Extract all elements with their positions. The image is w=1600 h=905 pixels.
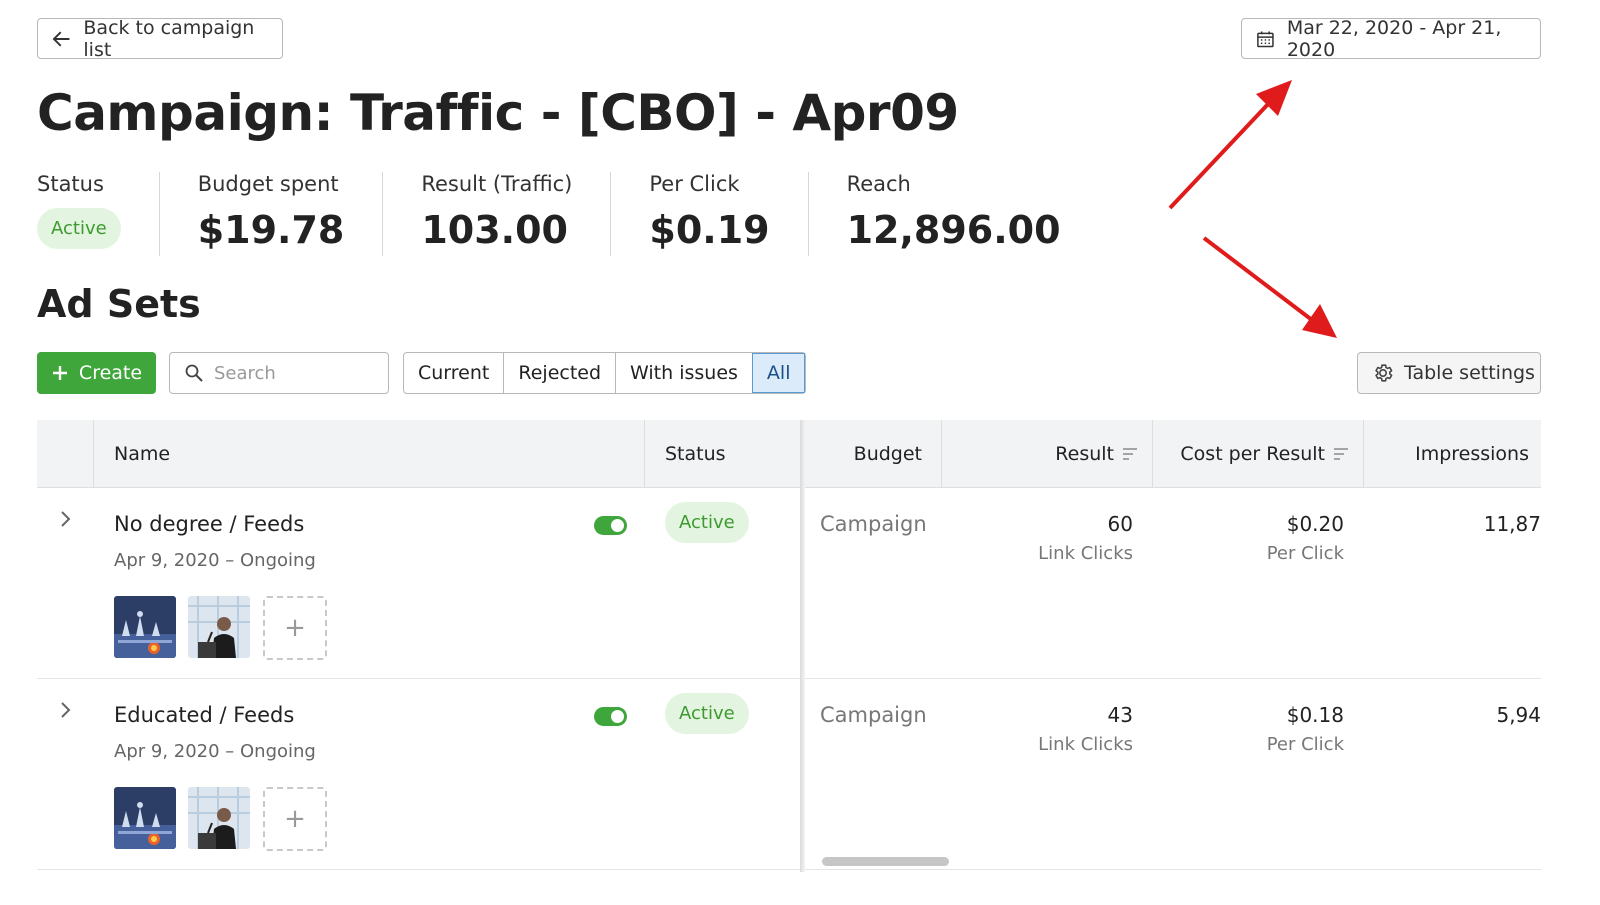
ad-thumbnail-chess[interactable] — [114, 787, 176, 849]
stat-budget-spent: Budget spent $19.78 — [158, 172, 383, 256]
horizontal-scrollbar[interactable] — [822, 857, 949, 866]
search-input[interactable] — [214, 362, 374, 384]
filter-current[interactable]: Current — [404, 353, 503, 393]
ad-sets-table: Name Status Budget Result Cost per Resul… — [37, 420, 1541, 872]
campaign-stats: Status Active Budget spent $19.78 Result… — [37, 172, 1099, 256]
stat-per-click-value: $0.19 — [649, 208, 770, 252]
ad-set-toggle[interactable] — [594, 707, 627, 726]
create-button[interactable]: Create — [37, 352, 156, 394]
create-button-label: Create — [78, 362, 143, 384]
ad-set-name[interactable]: No degree / Feeds — [114, 512, 304, 536]
filter-rejected[interactable]: Rejected — [503, 353, 615, 393]
ad-set-cost-type: Per Click — [1266, 734, 1344, 755]
gear-icon — [1375, 364, 1393, 382]
column-header-cost-per-result[interactable]: Cost per Result — [1153, 420, 1349, 488]
date-range-picker[interactable]: Mar 22, 2020 - Apr 21, 2020 — [1241, 16, 1541, 61]
ad-set-result: 43 — [1107, 703, 1133, 727]
table-header: Name Status Budget Result Cost per Resul… — [37, 420, 1541, 488]
stat-result-value: 103.00 — [421, 208, 568, 252]
filter-all[interactable]: All — [751, 353, 806, 393]
chevron-right-icon[interactable] — [59, 701, 73, 719]
date-range-label: Mar 22, 2020 - Apr 21, 2020 — [1286, 16, 1502, 61]
ad-set-impressions: 5,94 — [1496, 703, 1541, 727]
column-header-result[interactable]: Result — [942, 420, 1138, 488]
table-row[interactable]: No degree / Feeds Apr 9, 2020 – Ongoing … — [37, 488, 1541, 679]
header-divider — [644, 420, 645, 488]
stat-status-label: Status — [37, 172, 104, 196]
ad-set-cost: $0.18 — [1286, 703, 1344, 727]
add-creative-button[interactable]: + — [263, 787, 327, 851]
status-badge: Active — [37, 208, 121, 249]
stat-budget-value: $19.78 — [197, 208, 345, 252]
ad-thumbnail-speaker[interactable] — [188, 787, 250, 849]
stat-budget-label: Budget spent — [197, 172, 339, 196]
plus-icon — [52, 366, 67, 380]
ad-sets-title: Ad Sets — [37, 282, 201, 326]
frozen-column-divider — [800, 420, 805, 872]
stat-status: Status Active — [37, 172, 159, 256]
column-header-name[interactable]: Name — [114, 420, 170, 488]
stat-result: Result (Traffic) 103.00 — [382, 172, 610, 256]
column-header-cost-label: Cost per Result — [1180, 443, 1325, 465]
column-header-budget[interactable]: Budget — [805, 420, 922, 488]
ad-set-name[interactable]: Educated / Feeds — [114, 703, 294, 727]
header-divider — [93, 420, 94, 488]
ad-set-toggle[interactable] — [594, 516, 627, 535]
back-button-label: Back to campaign list — [83, 16, 255, 61]
stat-result-label: Result (Traffic) — [421, 172, 573, 196]
ad-set-impressions: 11,87 — [1483, 512, 1541, 536]
stat-per-click-label: Per Click — [649, 172, 740, 196]
column-header-result-label: Result — [1055, 443, 1114, 465]
ad-set-budget: Campaign — [820, 512, 927, 536]
filter-segmented-control: Current Rejected With issues All — [403, 352, 807, 394]
stat-per-click: Per Click $0.19 — [610, 172, 807, 256]
header-divider — [1363, 420, 1364, 488]
ad-set-result-type: Link Clicks — [1038, 543, 1133, 564]
ad-set-cost-type: Per Click — [1266, 543, 1344, 564]
chevron-right-icon[interactable] — [59, 510, 73, 528]
ad-thumbnail-chess[interactable] — [114, 596, 176, 658]
column-header-impressions[interactable]: Impressions — [1367, 420, 1529, 488]
stat-reach-label: Reach — [846, 172, 911, 196]
add-creative-button[interactable]: + — [263, 596, 327, 660]
ad-set-date: Apr 9, 2020 – Ongoing — [114, 741, 316, 762]
stat-reach-value: 12,896.00 — [846, 208, 1061, 252]
sort-icon — [1122, 446, 1138, 462]
annotation-arrow-down — [1202, 236, 1337, 338]
back-to-campaign-list-button[interactable]: Back to campaign list — [37, 16, 283, 61]
column-header-status[interactable]: Status — [665, 420, 726, 488]
ad-set-cost: $0.20 — [1286, 512, 1344, 536]
table-settings-button[interactable]: Table settings — [1357, 352, 1541, 394]
table-row[interactable]: Educated / Feeds Apr 9, 2020 – Ongoing A… — [37, 679, 1541, 870]
annotation-arrow-up — [1168, 80, 1292, 210]
ad-set-result-type: Link Clicks — [1038, 734, 1133, 755]
table-settings-label: Table settings — [1404, 362, 1535, 384]
search-box[interactable] — [169, 352, 389, 394]
status-badge: Active — [665, 693, 749, 734]
ad-set-result: 60 — [1107, 512, 1133, 536]
sort-icon — [1333, 446, 1349, 462]
calendar-icon — [1257, 30, 1274, 47]
search-icon — [185, 364, 203, 382]
ad-set-budget: Campaign — [820, 703, 927, 727]
stat-reach: Reach 12,896.00 — [807, 172, 1099, 256]
ad-set-date: Apr 9, 2020 – Ongoing — [114, 550, 316, 571]
status-badge: Active — [665, 502, 749, 543]
arrow-left-icon — [52, 31, 70, 46]
page-title: Campaign: Traffic - [CBO] - Apr09 — [37, 84, 959, 142]
filter-with-issues[interactable]: With issues — [615, 353, 752, 393]
ad-thumbnail-speaker[interactable] — [188, 596, 250, 658]
